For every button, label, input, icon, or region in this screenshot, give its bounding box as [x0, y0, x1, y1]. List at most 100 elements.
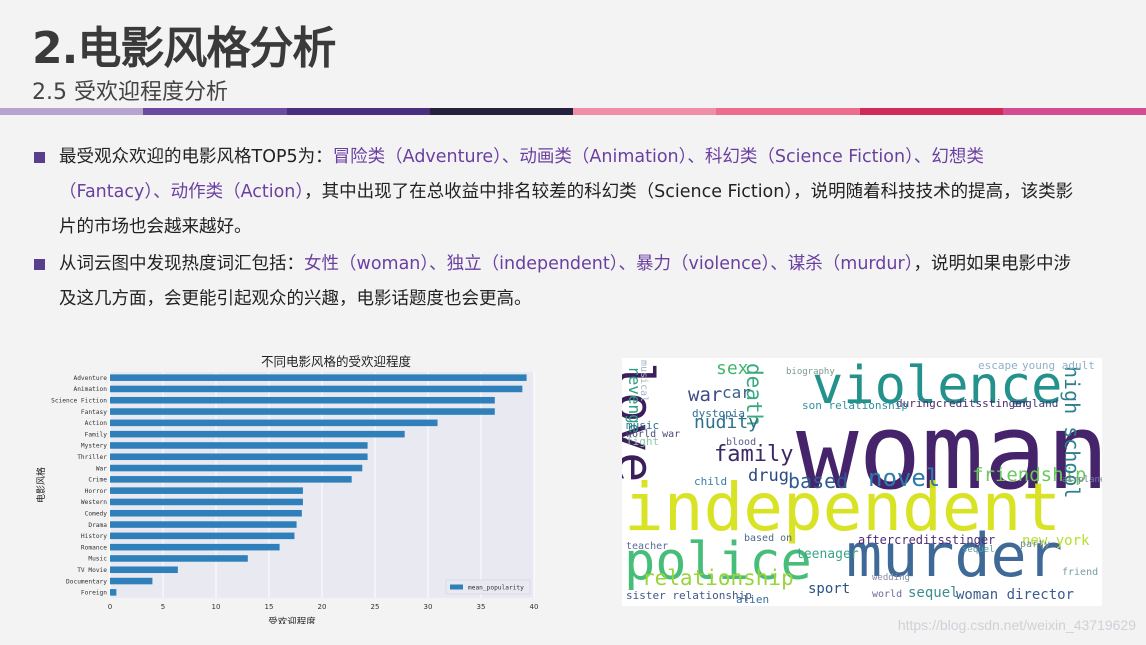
chart-bar [110, 577, 153, 585]
stripe-segment [286, 108, 430, 115]
chart-x-tick-label: 25 [371, 603, 380, 611]
chart-bar [110, 555, 248, 562]
chart-y-tick-label: Action [85, 420, 108, 427]
chart-y-tick-label: Science Fiction [51, 397, 107, 404]
chart-y-tick-label: Animation [73, 386, 107, 393]
chart-bar [110, 374, 527, 381]
chart-bar [110, 589, 117, 596]
stripe-segment [143, 108, 287, 115]
bullet-text-intro: 最受观众欢迎的电影风格TOP5为： [59, 147, 333, 167]
chart-y-axis-label: 电影风格 [35, 467, 47, 503]
wordcloud-word: son relationship [802, 399, 908, 412]
bullet-text-highlight: 女性（woman）、独立（independent）、暴力（violence）、谋… [304, 254, 914, 274]
chart-y-tick-label: Adventure [73, 375, 107, 382]
chart-y-tick-label: Horror [85, 488, 108, 495]
wordcloud-word: relationship [642, 566, 794, 590]
chart-legend-swatch [450, 584, 463, 590]
chart-y-tick-label: Drama [88, 522, 107, 529]
chart-bar [110, 385, 523, 393]
wordcloud-word: sister relationship [626, 589, 752, 602]
wordcloud-word: novel [868, 464, 941, 492]
wordcloud-word: world war [626, 429, 681, 440]
stripe-segment [1002, 108, 1146, 115]
chart-y-tick-label: Mystery [81, 443, 107, 450]
wordcloud-word: biography [786, 367, 835, 377]
chart-x-tick-label: 20 [318, 603, 327, 611]
chart-y-tick-label: History [81, 533, 107, 540]
chart-bar [110, 532, 295, 540]
chart-bar [110, 487, 303, 494]
chart-bar [110, 453, 368, 461]
wordcloud-word: duringcreditsstinger [896, 397, 1029, 410]
wordcloud-word: based [788, 469, 849, 493]
chart-y-tick-label: TV Movie [77, 567, 107, 574]
color-stripe [0, 108, 1146, 115]
wordcloud-word: dystopia [692, 407, 745, 420]
chart-bar [110, 408, 495, 415]
chart-y-tick-label: Fantasy [81, 409, 107, 416]
wordcloud-word: sequel [962, 545, 995, 555]
chart-bar [110, 498, 303, 506]
bullet-item: 从词云图中发现热度词汇包括：女性（woman）、独立（independent）、… [34, 247, 1084, 317]
bullet-square-icon [34, 152, 45, 163]
chart-y-tick-label: Music [88, 556, 107, 563]
bullet-text-intro: 从词云图中发现热度词汇包括： [59, 254, 304, 274]
stripe-segment [716, 108, 860, 115]
wordcloud-word: young adult [1022, 359, 1095, 372]
stripe-segment [0, 108, 144, 115]
bullet-item: 最受观众欢迎的电影风格TOP5为：冒险类（Adventure）、动画类（Anim… [34, 140, 1084, 245]
wordcloud-word: wedding [872, 573, 910, 583]
chart-title: 不同电影风格的受欢迎程度 [261, 354, 412, 369]
wordcloud-word: woman director [956, 587, 1075, 603]
chart-bar [110, 566, 178, 574]
chart-x-tick-label: 30 [424, 603, 433, 611]
chart-x-tick-label: 0 [108, 603, 112, 611]
wordcloud-word: escape [978, 359, 1018, 372]
wordcloud-word: party [1020, 539, 1051, 550]
chart-y-tick-label: War [96, 465, 107, 472]
chart-bar [110, 464, 363, 472]
wordcloud-word: war [688, 384, 723, 406]
chart-bar [110, 430, 405, 438]
stripe-segment [573, 108, 717, 115]
chart-x-tick-label: 35 [477, 603, 486, 611]
chart-y-tick-label: Family [85, 431, 108, 438]
wordcloud-word: friend [1062, 567, 1099, 578]
wordcloud-word: alien [736, 593, 770, 606]
chart-bar [110, 396, 495, 404]
bullet-list: 最受观众欢迎的电影风格TOP5为：冒险类（Adventure）、动画类（Anim… [34, 140, 1084, 319]
chart-bar [110, 419, 438, 427]
chart-bar [110, 521, 297, 528]
bullet-square-icon [34, 259, 45, 270]
chart-y-tick-label: Crime [88, 477, 107, 484]
chart-x-tick-label: 10 [212, 603, 221, 611]
stripe-segment [429, 108, 573, 115]
wordcloud-word: blood [726, 437, 757, 448]
stripe-segment [859, 108, 1003, 115]
chart-x-axis-label: 受欢迎程度 [268, 616, 316, 624]
wordcloud-word: drug [748, 466, 789, 486]
chart-bar [110, 543, 280, 551]
wordcloud-word: world [872, 589, 903, 600]
wordcloud-word: airplane [1062, 475, 1102, 485]
wordcloud-word: teenager [796, 547, 859, 562]
slide-subtitle: 2.5 受欢迎程度分析 [32, 80, 228, 105]
wordcloud-word: child [694, 475, 728, 488]
chart-x-tick-label: 40 [530, 603, 539, 611]
popularity-bar-chart: 不同电影风格的受欢迎程度 0 5 10 15 20 25 30 35 40 Adventure Ani… [35, 354, 539, 624]
chart-legend-label: mean_popularity [468, 585, 524, 592]
chart-y-tick-label: Thriller [77, 454, 107, 461]
wordcloud-word: sex [716, 358, 749, 379]
keyword-wordcloud: woman independent murder violence police love… [622, 358, 1102, 606]
wordcloud-word: based on [744, 533, 793, 544]
chart-x-tick-label: 5 [161, 603, 165, 611]
chart-y-tick-label: Documentary [66, 578, 107, 585]
chart-bar [110, 509, 302, 517]
chart-bar [110, 476, 352, 483]
wordcloud-word: musical [638, 360, 649, 403]
slide-title: 2.电影风格分析 [32, 23, 336, 74]
chart-y-tick-label: Romance [81, 544, 107, 551]
chart-bar [110, 442, 368, 449]
wordcloud-word: teacher [626, 541, 669, 552]
chart-y-tick-label: Western [81, 499, 107, 506]
